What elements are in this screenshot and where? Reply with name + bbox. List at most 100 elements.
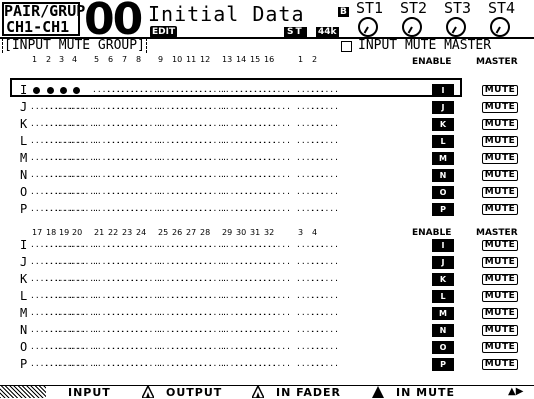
channel-empty-cell[interactable]: ...... [262, 325, 291, 335]
group-label: P [20, 357, 28, 371]
enable-button[interactable]: O [432, 186, 454, 199]
tab-output[interactable]: OUTPUT [166, 386, 222, 399]
master-mute-button[interactable]: MUTE [482, 359, 518, 370]
channel-number: 12 [200, 55, 211, 64]
master-mute-button[interactable]: MUTE [482, 170, 518, 181]
channel-number: 27 [186, 228, 197, 237]
st3-knob-icon[interactable] [446, 17, 466, 37]
group-label: O [20, 340, 28, 354]
channel-empty-cell[interactable]: ...... [310, 119, 339, 129]
master-mute-button[interactable]: MUTE [482, 102, 518, 113]
channel-empty-cell[interactable]: ...... [310, 274, 339, 284]
master-mute-button[interactable]: MUTE [482, 204, 518, 215]
tab-separator-icon [252, 386, 264, 398]
channel-empty-cell[interactable]: ...... [262, 359, 291, 369]
channel-empty-cell[interactable]: ...... [310, 257, 339, 267]
master-mute-button[interactable]: MUTE [482, 136, 518, 147]
master-mute-button[interactable]: MUTE [482, 257, 518, 268]
channel-empty-cell[interactable]: ...... [310, 187, 339, 197]
enable-button[interactable]: J [432, 101, 454, 114]
channel-number: 3 [298, 228, 304, 237]
channel-number: 8 [136, 55, 142, 64]
channel-number: 10 [172, 55, 183, 64]
master-mute-button[interactable]: MUTE [482, 325, 518, 336]
master-mute-button[interactable]: MUTE [482, 308, 518, 319]
channel-empty-cell[interactable]: ...... [262, 136, 291, 146]
enable-column-label: ENABLE [412, 57, 452, 67]
group-label: J [20, 255, 28, 269]
st2-knob-icon[interactable] [402, 17, 422, 37]
st1-knob-icon[interactable] [358, 17, 378, 37]
master-mute-button[interactable]: MUTE [482, 342, 518, 353]
group-label: N [20, 168, 28, 182]
master-mute-button[interactable]: MUTE [482, 119, 518, 130]
channel-number: 1 [32, 55, 38, 64]
channel-number: 4 [312, 228, 318, 237]
channel-number: 26 [172, 228, 183, 237]
channel-empty-cell[interactable]: ...... [262, 240, 291, 250]
tab-in-mute[interactable]: IN MUTE [396, 386, 455, 399]
channel-empty-cell[interactable]: ...... [310, 170, 339, 180]
st2-label: ST2 [400, 0, 428, 17]
group-label: M [20, 306, 28, 320]
channel-empty-cell[interactable]: ...... [310, 342, 339, 352]
input-mute-master-checkbox[interactable] [341, 41, 352, 52]
channel-empty-cell[interactable]: ...... [310, 291, 339, 301]
channel-empty-cell[interactable]: ...... [310, 240, 339, 250]
enable-button[interactable]: N [432, 324, 454, 337]
channel-empty-cell[interactable]: ...... [262, 170, 291, 180]
enable-button[interactable]: J [432, 256, 454, 269]
channel-empty-cell[interactable]: ...... [262, 187, 291, 197]
channel-empty-cell[interactable]: ...... [310, 102, 339, 112]
master-mute-button[interactable]: MUTE [482, 291, 518, 302]
channel-number: 21 [94, 228, 105, 237]
channel-number: 24 [136, 228, 147, 237]
channel-empty-cell[interactable]: ...... [310, 359, 339, 369]
channel-empty-cell[interactable]: ...... [310, 204, 339, 214]
channel-empty-cell[interactable]: ...... [310, 308, 339, 318]
st4-knob-icon[interactable] [490, 17, 510, 37]
master-mute-button[interactable]: MUTE [482, 85, 518, 96]
enable-button[interactable]: P [432, 203, 454, 216]
enable-button[interactable]: M [432, 152, 454, 165]
channel-empty-cell[interactable]: ...... [262, 257, 291, 267]
tab-in-fader[interactable]: IN FADER [276, 386, 341, 399]
enable-button[interactable]: M [432, 307, 454, 320]
enable-button[interactable]: P [432, 358, 454, 371]
channel-number: 2 [312, 55, 318, 64]
b-badge: B [338, 7, 349, 17]
channel-number: 31 [250, 228, 261, 237]
st3-label: ST3 [444, 0, 472, 17]
channel-number: 32 [264, 228, 275, 237]
pair-group-channel: CH1-CH1 [6, 18, 70, 36]
master-mute-button[interactable]: MUTE [482, 274, 518, 285]
enable-button[interactable]: K [432, 273, 454, 286]
group-label: P [20, 202, 28, 216]
channel-empty-cell[interactable]: ...... [262, 102, 291, 112]
channel-number: 3 [59, 55, 65, 64]
enable-button[interactable]: I [432, 239, 454, 252]
channel-empty-cell[interactable]: ...... [262, 153, 291, 163]
enable-button[interactable]: L [432, 290, 454, 303]
enable-button[interactable]: N [432, 169, 454, 182]
channel-empty-cell[interactable]: ...... [262, 119, 291, 129]
channel-empty-cell[interactable]: ...... [310, 136, 339, 146]
channel-number: 16 [264, 55, 275, 64]
channel-empty-cell[interactable]: ...... [262, 204, 291, 214]
master-column-label: MASTER [476, 228, 518, 238]
master-mute-button[interactable]: MUTE [482, 153, 518, 164]
enable-button[interactable]: L [432, 135, 454, 148]
enable-button[interactable]: K [432, 118, 454, 131]
channel-empty-cell[interactable]: ...... [262, 342, 291, 352]
channel-empty-cell[interactable]: ...... [262, 308, 291, 318]
enable-button[interactable]: O [432, 341, 454, 354]
channel-empty-cell[interactable]: ...... [310, 325, 339, 335]
channel-empty-cell[interactable]: ...... [262, 274, 291, 284]
master-mute-button[interactable]: MUTE [482, 240, 518, 251]
master-mute-button[interactable]: MUTE [482, 187, 518, 198]
tab-input[interactable]: INPUT [68, 386, 111, 399]
next-page-arrow-icon[interactable]: ▲▶ [508, 386, 523, 397]
enable-column-label: ENABLE [412, 228, 452, 238]
channel-empty-cell[interactable]: ...... [262, 291, 291, 301]
channel-empty-cell[interactable]: ...... [310, 153, 339, 163]
